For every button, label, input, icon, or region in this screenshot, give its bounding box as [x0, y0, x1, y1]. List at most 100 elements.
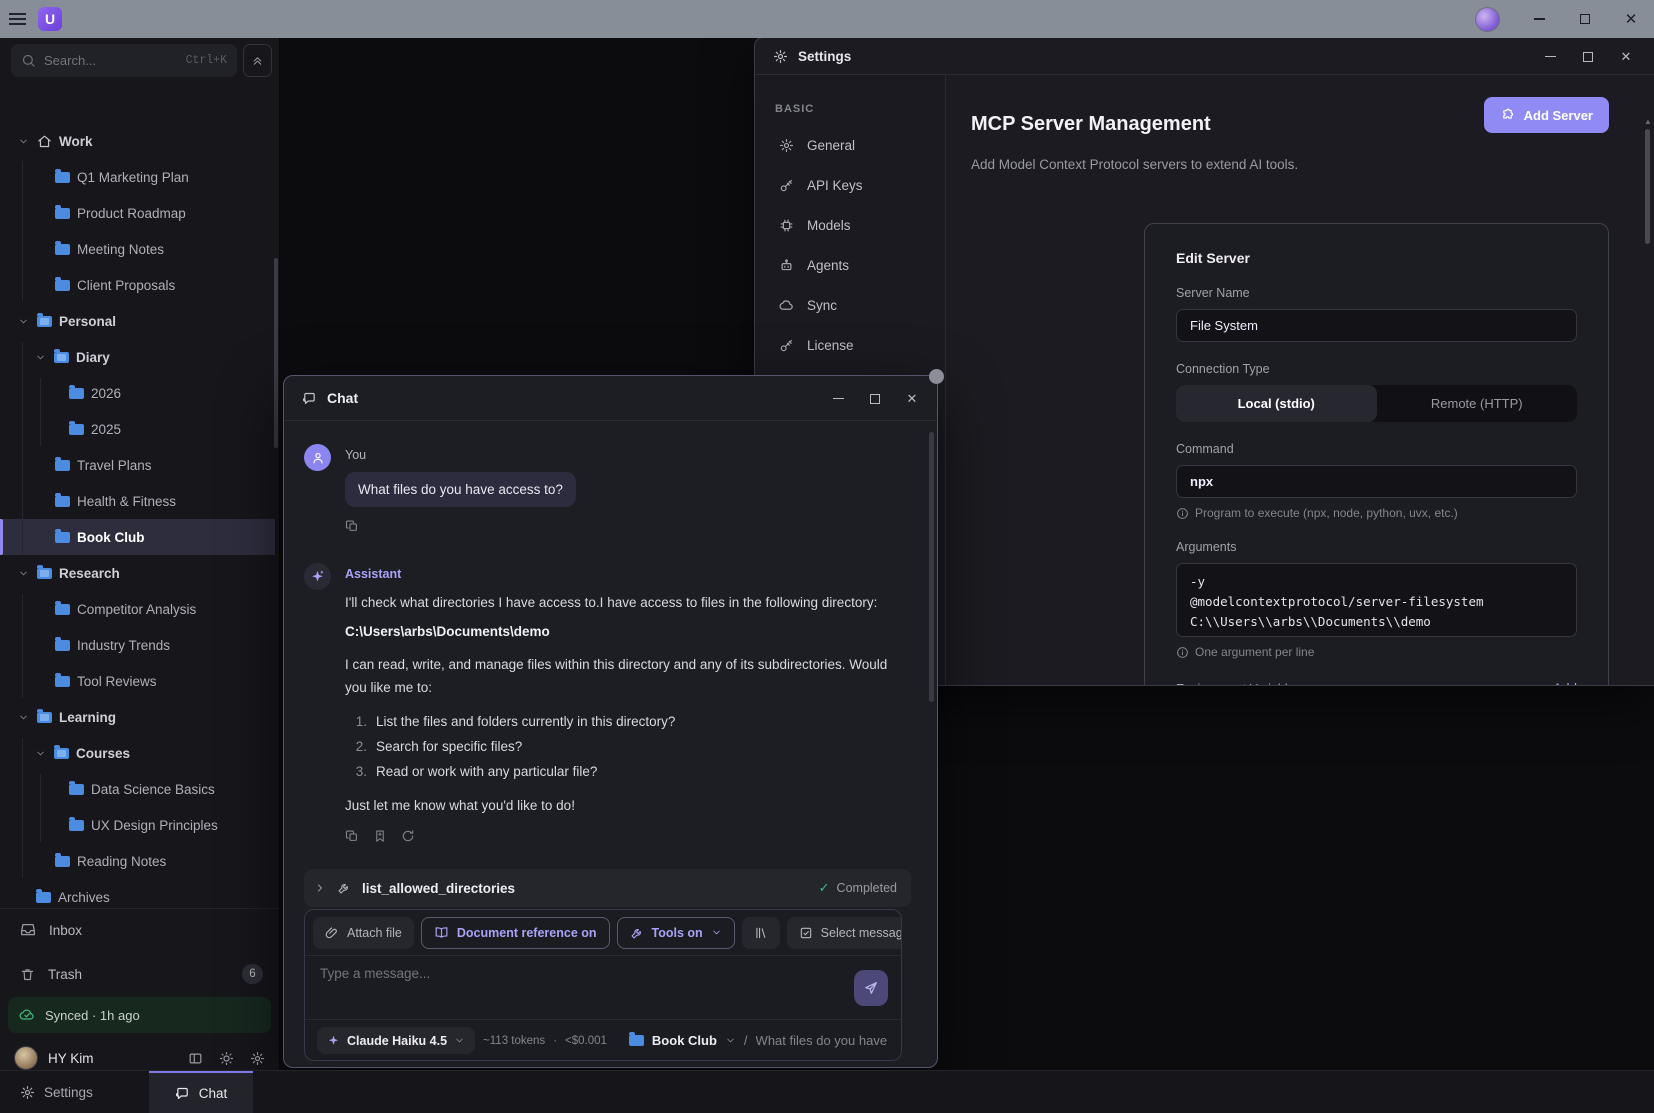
refresh-icon[interactable]: [401, 829, 415, 843]
sidebar-item-product-roadmap[interactable]: Product Roadmap: [0, 195, 275, 231]
list-text: List the files and folders currently in …: [376, 709, 675, 734]
sidebar-item-label: UX Design Principles: [91, 818, 218, 833]
titlebar-avatar[interactable]: [1475, 7, 1500, 32]
chevron-down-icon[interactable]: [16, 712, 30, 723]
copy-icon[interactable]: [345, 519, 359, 533]
sync-status-label: Synced · 1h ago: [45, 1008, 140, 1023]
sidebar-item-data-science-basics[interactable]: Data Science Basics: [0, 771, 275, 807]
sidebar-item-work[interactable]: Work: [0, 123, 275, 159]
folder-icon: [69, 784, 84, 795]
search-input[interactable]: Search... Ctrl+K: [11, 44, 237, 77]
sidebar-item-competitor-analysis[interactable]: Competitor Analysis: [0, 591, 275, 627]
sidebar-item-diary[interactable]: Diary: [0, 339, 275, 375]
tab-settings[interactable]: Settings: [0, 1071, 113, 1113]
chat-minimize-button[interactable]: [827, 398, 849, 400]
hamburger-menu-icon[interactable]: [0, 0, 34, 38]
theme-sun-icon[interactable]: [219, 1051, 234, 1066]
sidebar-item-industry-trends[interactable]: Industry Trends: [0, 627, 275, 663]
search-icon: [21, 53, 36, 68]
tools-on-button[interactable]: Tools on: [617, 917, 735, 949]
sidebar-item-personal[interactable]: Personal: [0, 303, 275, 339]
bookmark-icon[interactable]: [373, 829, 387, 843]
chat-scrollbar[interactable]: [929, 432, 934, 702]
sidebar-item-trash[interactable]: Trash 6: [0, 957, 279, 991]
tool-call-row[interactable]: list_allowed_directories ✓Completed: [304, 869, 911, 907]
chevron-down-icon[interactable]: [16, 568, 30, 579]
sidebar-item-q1-marketing-plan[interactable]: Q1 Marketing Plan: [0, 159, 275, 195]
key-icon: [779, 178, 794, 193]
toolbar-button-label: Select messages: [821, 926, 901, 940]
toolbar-button-label: Tools on: [652, 926, 703, 940]
tab-chat[interactable]: Chat: [149, 1071, 254, 1113]
chat-close-button[interactable]: ✕: [901, 391, 923, 407]
app-minimize-button[interactable]: [1516, 0, 1562, 38]
chevron-down-icon[interactable]: [33, 352, 47, 363]
sidebar-item-travel-plans[interactable]: Travel Plans: [0, 447, 275, 483]
message-input[interactable]: Type a message...: [305, 956, 901, 1020]
folder-icon: [37, 712, 52, 723]
scroll-up-arrow-icon[interactable]: ▲: [1644, 117, 1651, 126]
chat-bubble-icon: [175, 1086, 190, 1101]
settings-gear-icon[interactable]: [250, 1051, 265, 1066]
connection-remote-option[interactable]: Remote (HTTP): [1377, 385, 1578, 422]
sidebar-item-health-fitness[interactable]: Health & Fitness: [0, 483, 275, 519]
sidebar-item-tool-reviews[interactable]: Tool Reviews: [0, 663, 275, 699]
settings-minimize-button[interactable]: [1538, 56, 1562, 58]
library-button[interactable]: [742, 917, 780, 949]
settings-nav-item-api-keys[interactable]: API Keys: [755, 165, 945, 205]
settings-nav-item-general[interactable]: General: [755, 125, 945, 165]
app-close-button[interactable]: ✕: [1608, 0, 1654, 38]
chat-resize-handle[interactable]: [929, 369, 944, 384]
context-folder-selector[interactable]: Book Club: [629, 1033, 736, 1048]
command-input[interactable]: npx: [1176, 465, 1577, 498]
settings-nav-item-agents[interactable]: Agents: [755, 245, 945, 285]
settings-window-titlebar[interactable]: Settings: [755, 38, 1654, 75]
sidebar-item-client-proposals[interactable]: Client Proposals: [0, 267, 275, 303]
copy-icon[interactable]: [345, 829, 359, 843]
add-server-button[interactable]: Add Server: [1484, 97, 1609, 133]
settings-nav-item-models[interactable]: Models: [755, 205, 945, 245]
collapse-sidebar-button[interactable]: [243, 44, 272, 77]
chevron-down-icon[interactable]: [16, 136, 30, 147]
sidebar-item-reading-notes[interactable]: Reading Notes: [0, 843, 275, 879]
settings-maximize-button[interactable]: [1576, 52, 1600, 62]
sidebar-item-inbox[interactable]: Inbox: [0, 913, 279, 947]
app-maximize-button[interactable]: [1562, 0, 1608, 38]
arguments-textarea[interactable]: -y @modelcontextprotocol/server-filesyst…: [1176, 563, 1577, 637]
settings-nav-item-sync[interactable]: Sync: [755, 285, 945, 325]
person-icon: [311, 451, 325, 465]
chevron-down-icon: [454, 1035, 465, 1046]
chat-maximize-button[interactable]: [864, 394, 886, 404]
library-icon: [754, 926, 768, 940]
connection-local-option[interactable]: Local (stdio): [1176, 385, 1377, 422]
sidebar-scrollbar[interactable]: [274, 258, 278, 448]
sidebar-item-2025[interactable]: 2025: [0, 411, 275, 447]
settings-close-button[interactable]: ✕: [1614, 49, 1638, 65]
sidebar-item-book-club[interactable]: Book Club: [0, 519, 275, 555]
env-add-link[interactable]: + Add: [1542, 681, 1577, 686]
server-name-input[interactable]: File System: [1176, 309, 1577, 342]
settings-scrollbar[interactable]: ▲: [1644, 117, 1651, 681]
chevron-down-icon[interactable]: [16, 316, 30, 327]
composer-status-row: Claude Haiku 4.5 ~113 tokens · <$0.001 B…: [305, 1020, 901, 1061]
sidebar-item-ux-design-principles[interactable]: UX Design Principles: [0, 807, 275, 843]
sidebar-item-courses[interactable]: Courses: [0, 735, 275, 771]
sync-status[interactable]: Synced · 1h ago: [8, 997, 271, 1033]
sidebar-item-2026[interactable]: 2026: [0, 375, 275, 411]
model-selector[interactable]: Claude Haiku 4.5: [317, 1027, 475, 1054]
user-avatar[interactable]: [14, 1046, 38, 1070]
send-button[interactable]: [854, 970, 888, 1006]
sidebar-item-learning[interactable]: Learning: [0, 699, 275, 735]
sidebar-item-label: Reading Notes: [77, 854, 166, 869]
settings-nav-item-license[interactable]: License: [755, 325, 945, 365]
panel-layout-icon[interactable]: [188, 1051, 203, 1066]
sidebar-item-research[interactable]: Research: [0, 555, 275, 591]
document-reference-on-button[interactable]: Document reference on: [421, 917, 610, 949]
select-messages-button[interactable]: Select messages: [787, 917, 901, 949]
sidebar-item-meeting-notes[interactable]: Meeting Notes: [0, 231, 275, 267]
gear-icon: [779, 138, 794, 153]
sidebar-item-label: Personal: [59, 314, 116, 329]
attach-file-button[interactable]: Attach file: [313, 917, 414, 949]
chevron-right-icon[interactable]: [314, 882, 326, 894]
chevron-down-icon[interactable]: [33, 748, 47, 759]
